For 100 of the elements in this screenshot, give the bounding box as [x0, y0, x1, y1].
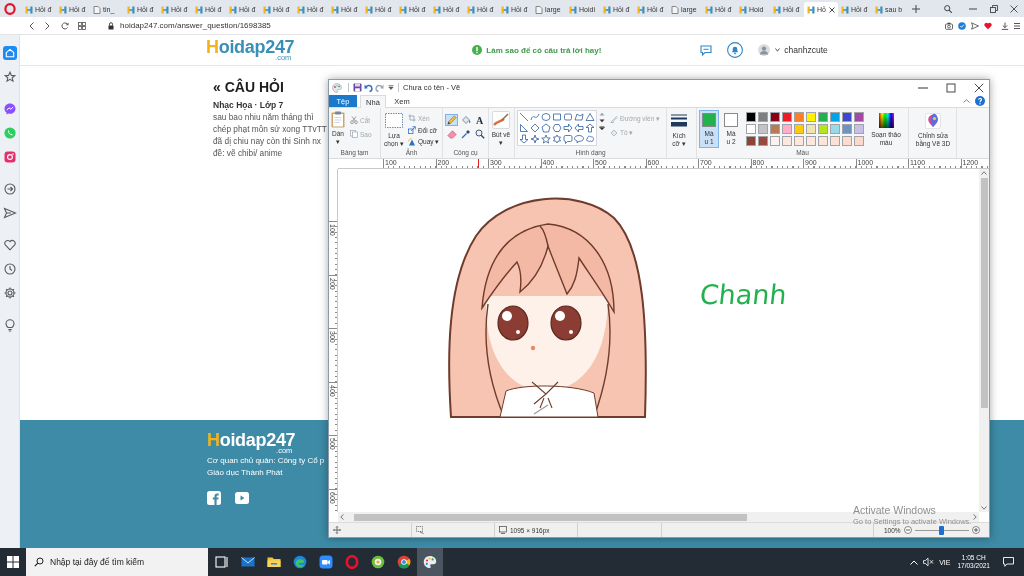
up-arrow-shape-icon[interactable]	[585, 123, 595, 133]
taskbar-app-button[interactable]	[417, 548, 443, 576]
search-field[interactable]: Nhập tại đây để tìm kiếm	[26, 548, 208, 576]
undo-icon[interactable]	[364, 83, 373, 92]
hexagon-shape-icon[interactable]	[552, 123, 562, 133]
speaker-muted-icon[interactable]	[923, 557, 935, 567]
polygon-shape-icon[interactable]	[574, 112, 584, 122]
palette-icon[interactable]	[332, 82, 342, 93]
scroll-right-icon[interactable]	[973, 514, 977, 520]
reload-icon[interactable]	[61, 21, 69, 30]
triangle-shape-icon[interactable]	[585, 112, 595, 122]
rounded-rectangle-shape-icon[interactable]	[563, 112, 573, 122]
pentagon-shape-icon[interactable]	[541, 123, 551, 133]
color-swatch-icon[interactable]	[770, 136, 780, 146]
line-shape-icon[interactable]	[519, 112, 529, 122]
vertical-scrollbar[interactable]	[979, 169, 989, 512]
color-swatch-icon[interactable]	[758, 136, 768, 146]
tool-button[interactable]	[473, 128, 486, 140]
scroll-up-icon[interactable]	[981, 171, 987, 175]
color-swatch-icon[interactable]	[770, 124, 780, 134]
address-field[interactable]: hoidap247.com/answer_question/1698385	[120, 21, 271, 30]
six-point-star-shape-icon[interactable]	[552, 134, 562, 144]
grid-icon[interactable]	[78, 21, 86, 30]
color-swatch-icon[interactable]	[842, 124, 852, 134]
color-swatch-icon[interactable]	[794, 112, 804, 122]
facebook-icon[interactable]	[207, 491, 221, 505]
notification-icon[interactable]	[1003, 557, 1014, 567]
curve-shape-icon[interactable]	[530, 112, 540, 122]
color-swatch-icon[interactable]	[806, 112, 816, 122]
close-icon[interactable]	[829, 6, 835, 13]
maximize-icon[interactable]	[946, 82, 956, 93]
heart-icon[interactable]	[2, 238, 17, 252]
search-icon[interactable]	[944, 4, 952, 13]
color-swatch-icon[interactable]	[782, 124, 792, 134]
lightbulb-icon[interactable]	[2, 318, 17, 332]
opera-logo-icon[interactable]	[4, 2, 16, 15]
diamond-shape-icon[interactable]	[530, 123, 540, 133]
color-swatch-icon[interactable]	[746, 136, 756, 146]
scroll-left-icon[interactable]	[340, 514, 344, 520]
scrollbar-thumb[interactable]	[354, 513, 747, 521]
left-arrow-shape-icon[interactable]	[574, 123, 584, 133]
color-swatch-icon[interactable]	[830, 124, 840, 134]
color-swatch-icon[interactable]	[842, 112, 852, 122]
windows-start-icon[interactable]	[7, 556, 19, 568]
home-icon[interactable]	[2, 46, 17, 60]
send-icon[interactable]	[2, 206, 17, 220]
color-swatch-icon[interactable]	[854, 136, 864, 146]
color-swatch-icon[interactable]	[842, 136, 852, 146]
right-arrow-shape-icon[interactable]	[563, 123, 573, 133]
color-swatch-icon[interactable]	[782, 136, 792, 146]
cloud-callout-shape-icon[interactable]	[585, 134, 595, 144]
four-point-star-shape-icon[interactable]	[530, 134, 540, 144]
redo-icon[interactable]	[375, 83, 384, 92]
down-arrow-shape-icon[interactable]	[519, 134, 529, 144]
chat-icon[interactable]	[700, 44, 713, 56]
five-point-star-shape-icon[interactable]	[541, 134, 551, 144]
bell-icon[interactable]	[727, 42, 744, 58]
zoom-slider-thumb[interactable]	[939, 525, 945, 535]
new-tab-icon[interactable]	[912, 4, 920, 13]
oval-shape-icon[interactable]	[541, 112, 551, 122]
color-swatch-icon[interactable]	[818, 124, 828, 134]
color-swatch-icon[interactable]	[758, 124, 768, 134]
download-icon[interactable]	[1001, 21, 1009, 30]
footer-logo[interactable]: Hoidap247	[207, 431, 296, 450]
rounded-callout-shape-icon[interactable]	[563, 134, 573, 144]
restore-icon[interactable]	[990, 4, 998, 13]
scrollbar-thumb[interactable]	[980, 178, 988, 408]
answer-tips-link[interactable]: Làm sao để có câu trả lời hay!	[486, 45, 602, 55]
right-triangle-shape-icon[interactable]	[519, 123, 529, 133]
color-swatch-icon[interactable]	[806, 124, 816, 134]
expand-gallery-icon[interactable]	[599, 126, 605, 130]
color-swatch-icon[interactable]	[830, 136, 840, 146]
color-swatch-icon[interactable]	[830, 112, 840, 122]
oval-callout-shape-icon[interactable]	[574, 134, 584, 144]
close-icon[interactable]	[1010, 4, 1018, 13]
color-swatch-icon[interactable]	[854, 124, 864, 134]
star-icon[interactable]	[2, 70, 17, 84]
text-tool-button[interactable]: A	[473, 114, 486, 127]
chat-bubble-icon[interactable]	[2, 102, 17, 116]
color-swatch-icon[interactable]	[806, 136, 816, 146]
caret-icon[interactable]	[388, 85, 394, 90]
video-play-icon[interactable]	[235, 491, 249, 505]
close-icon[interactable]	[974, 82, 984, 93]
color-swatch-icon[interactable]	[818, 112, 828, 122]
lock-icon[interactable]	[108, 21, 114, 30]
avatar-icon[interactable]	[758, 44, 771, 56]
menu-icon[interactable]	[1014, 21, 1020, 30]
settings-icon[interactable]	[2, 286, 17, 300]
camera-icon[interactable]	[945, 21, 953, 30]
site-logo[interactable]: Hoidap247	[206, 38, 295, 57]
back-icon[interactable]	[28, 21, 36, 30]
color-swatch-icon[interactable]	[794, 136, 804, 146]
color-swatch-icon[interactable]	[818, 136, 828, 146]
minimize-icon[interactable]	[918, 86, 928, 89]
send-icon[interactable]	[971, 21, 979, 30]
heart-icon[interactable]	[984, 21, 992, 30]
tool-button[interactable]	[459, 128, 472, 140]
color-swatch-icon[interactable]	[782, 112, 792, 122]
username-text[interactable]: chanhzcute	[784, 45, 828, 55]
zoom-out-icon[interactable]	[903, 526, 912, 534]
